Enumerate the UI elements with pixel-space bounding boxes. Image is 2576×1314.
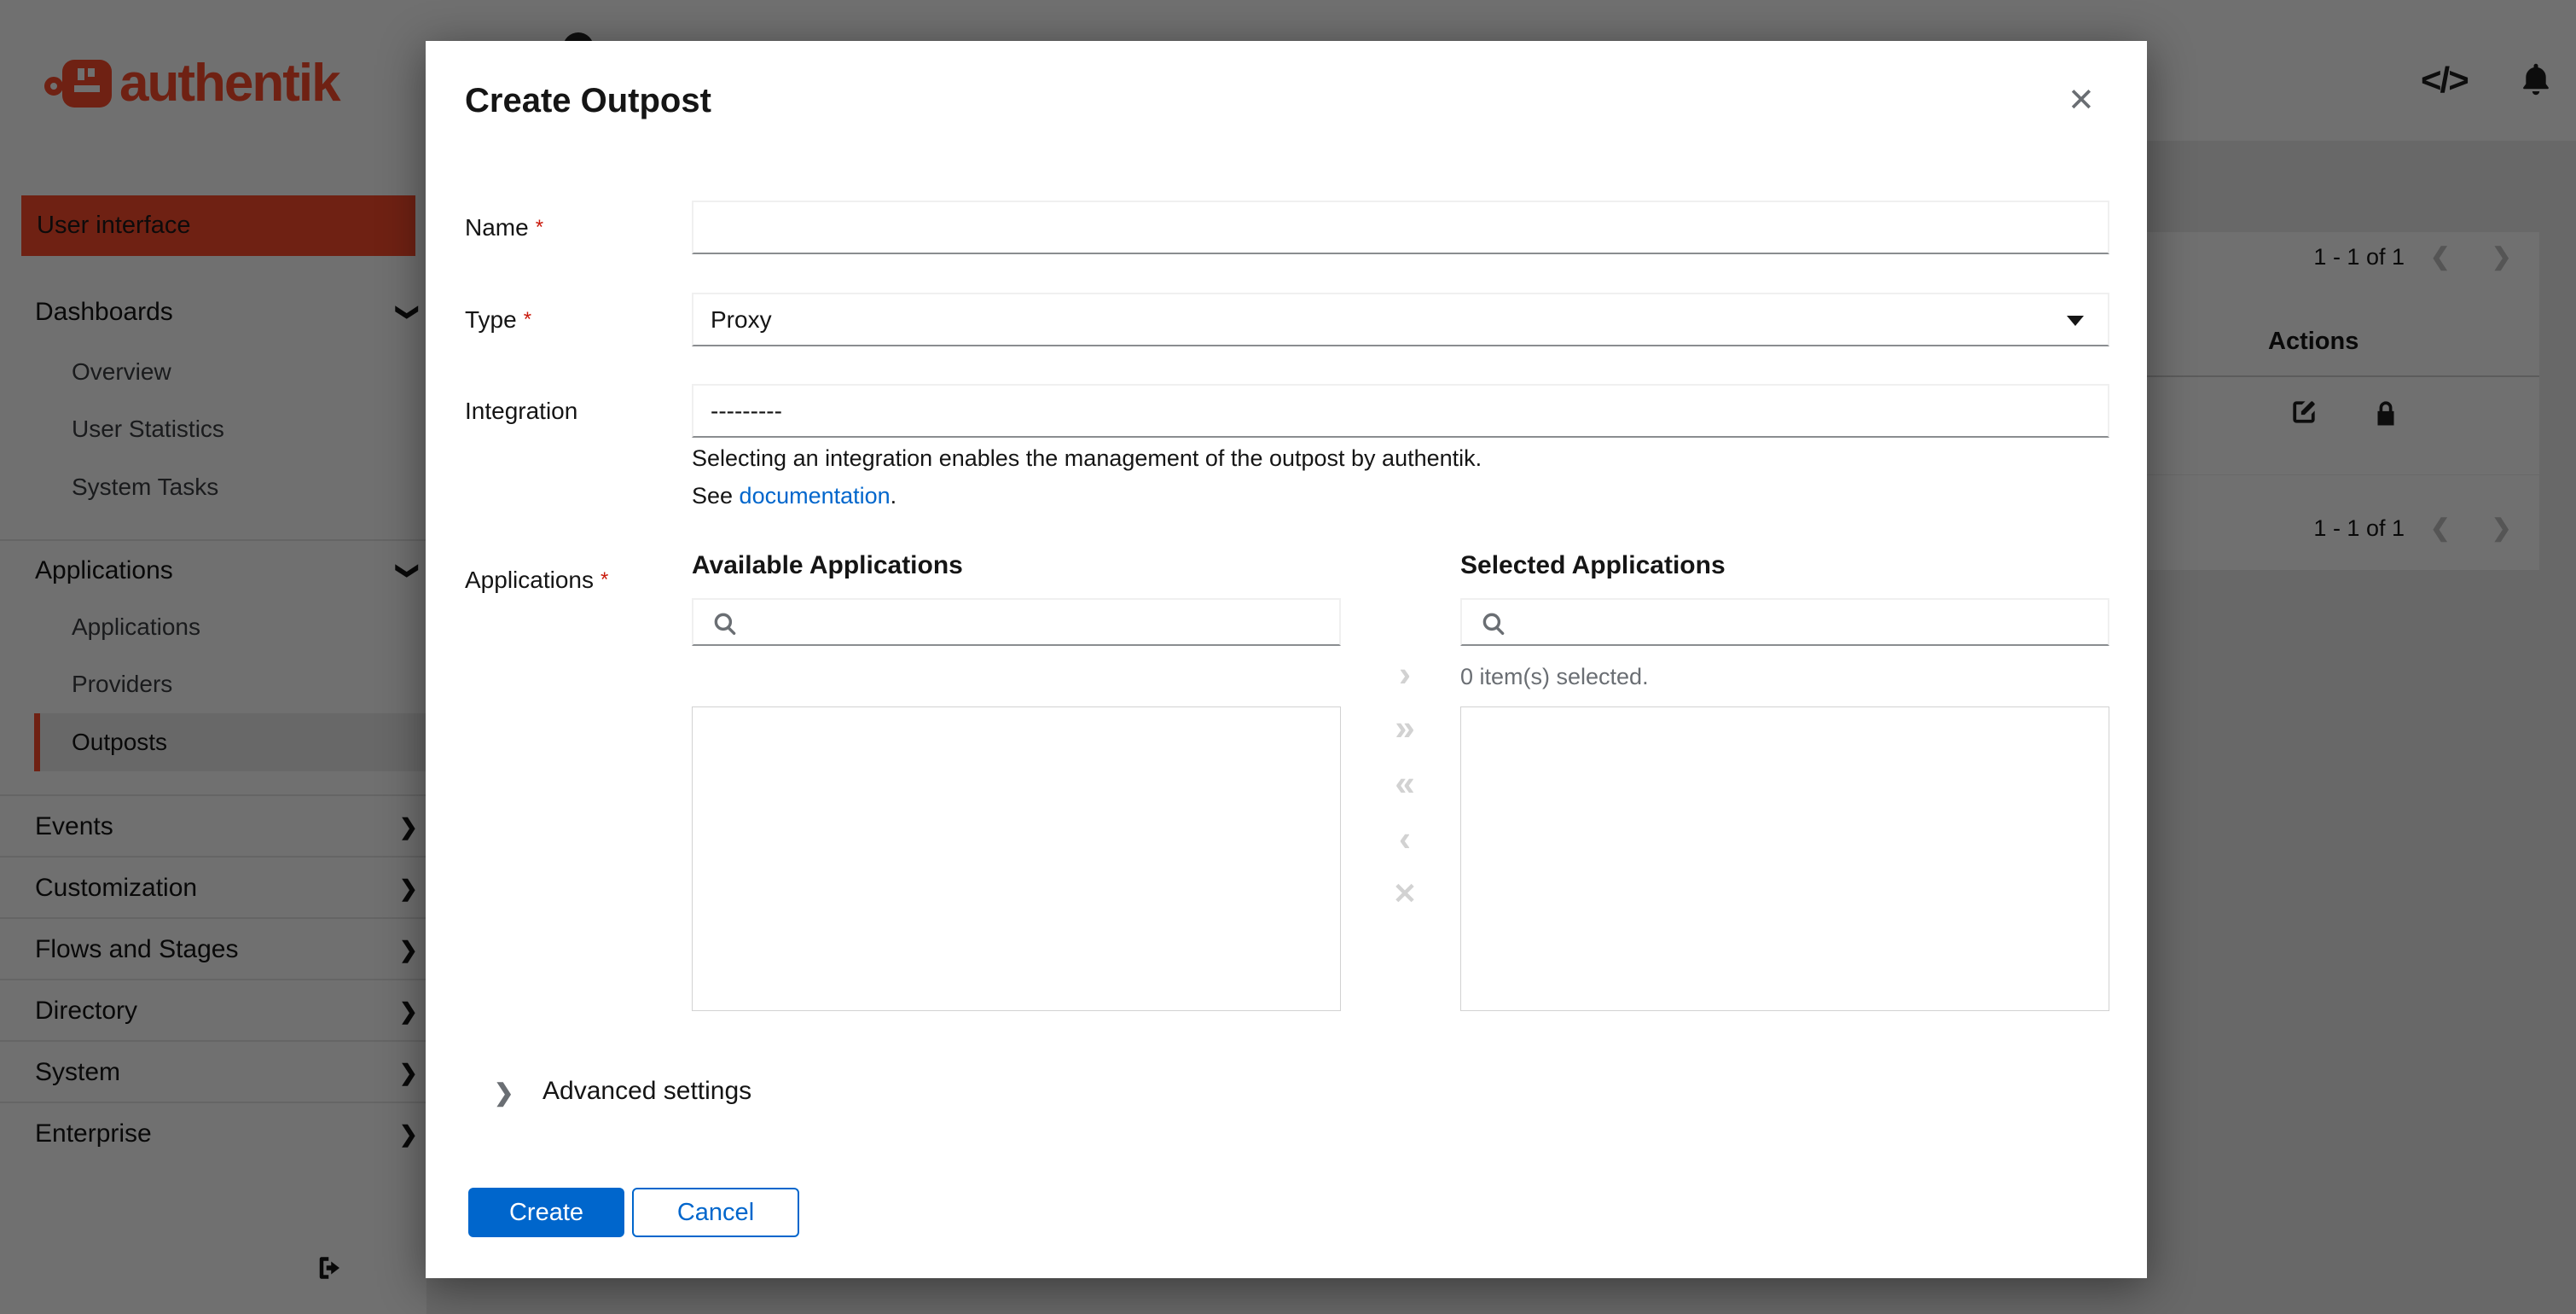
move-selected-left-icon[interactable]: ‹ xyxy=(1371,820,1439,858)
clear-selection-icon[interactable]: ✕ xyxy=(1371,875,1439,913)
move-selected-right-icon[interactable]: › xyxy=(1371,655,1439,693)
see-text: See xyxy=(692,483,740,509)
available-applications-list[interactable] xyxy=(692,706,1341,1011)
available-search-input[interactable] xyxy=(692,598,1341,646)
cancel-button[interactable]: Cancel xyxy=(632,1188,799,1237)
applications-label-text: Applications xyxy=(465,567,594,593)
integration-label-text: Integration xyxy=(465,398,578,424)
name-label-text: Name xyxy=(465,214,529,241)
available-applications-title: Available Applications xyxy=(692,551,963,579)
app-screen: authentik User interface Dashboards ❯ Ov… xyxy=(0,0,2576,1314)
required-asterisk: * xyxy=(535,216,544,239)
see-suffix: . xyxy=(890,483,897,509)
type-label: Type * xyxy=(465,293,531,346)
search-icon xyxy=(714,613,736,636)
applications-label: Applications * xyxy=(465,560,608,601)
advanced-settings-toggle[interactable]: Advanced settings xyxy=(542,1077,751,1106)
advanced-expand-chevron-icon[interactable]: ❯ xyxy=(494,1079,513,1107)
integration-label: Integration xyxy=(465,384,577,438)
selected-search-input[interactable] xyxy=(1460,598,2109,646)
create-outpost-modal: Create Outpost ✕ Name * Type * Proxy Integ… xyxy=(426,41,2147,1278)
modal-title: Create Outpost xyxy=(465,82,711,119)
integration-select-value: --------- xyxy=(711,398,782,424)
required-asterisk: * xyxy=(523,308,532,331)
create-button[interactable]: Create xyxy=(468,1188,624,1237)
move-all-right-icon[interactable]: » xyxy=(1371,709,1439,747)
name-input[interactable] xyxy=(692,201,2109,254)
type-select-value: Proxy xyxy=(711,306,772,333)
documentation-link[interactable]: documentation xyxy=(740,483,891,509)
move-all-left-icon[interactable]: « xyxy=(1371,765,1439,802)
close-icon[interactable]: ✕ xyxy=(2068,81,2095,119)
type-select[interactable]: Proxy xyxy=(692,293,2109,346)
required-asterisk: * xyxy=(600,568,609,591)
integration-select[interactable]: --------- xyxy=(692,384,2109,438)
selected-applications-title: Selected Applications xyxy=(1460,551,1726,579)
integration-doc-line: See documentation. xyxy=(692,483,896,509)
type-label-text: Type xyxy=(465,306,517,333)
name-label: Name * xyxy=(465,201,543,254)
integration-help-text: Selecting an integration enables the man… xyxy=(692,445,1482,471)
selected-count-text: 0 item(s) selected. xyxy=(1460,664,1649,689)
selected-applications-list[interactable] xyxy=(1460,706,2109,1011)
search-icon xyxy=(1482,613,1505,636)
caret-down-icon xyxy=(2067,315,2084,326)
